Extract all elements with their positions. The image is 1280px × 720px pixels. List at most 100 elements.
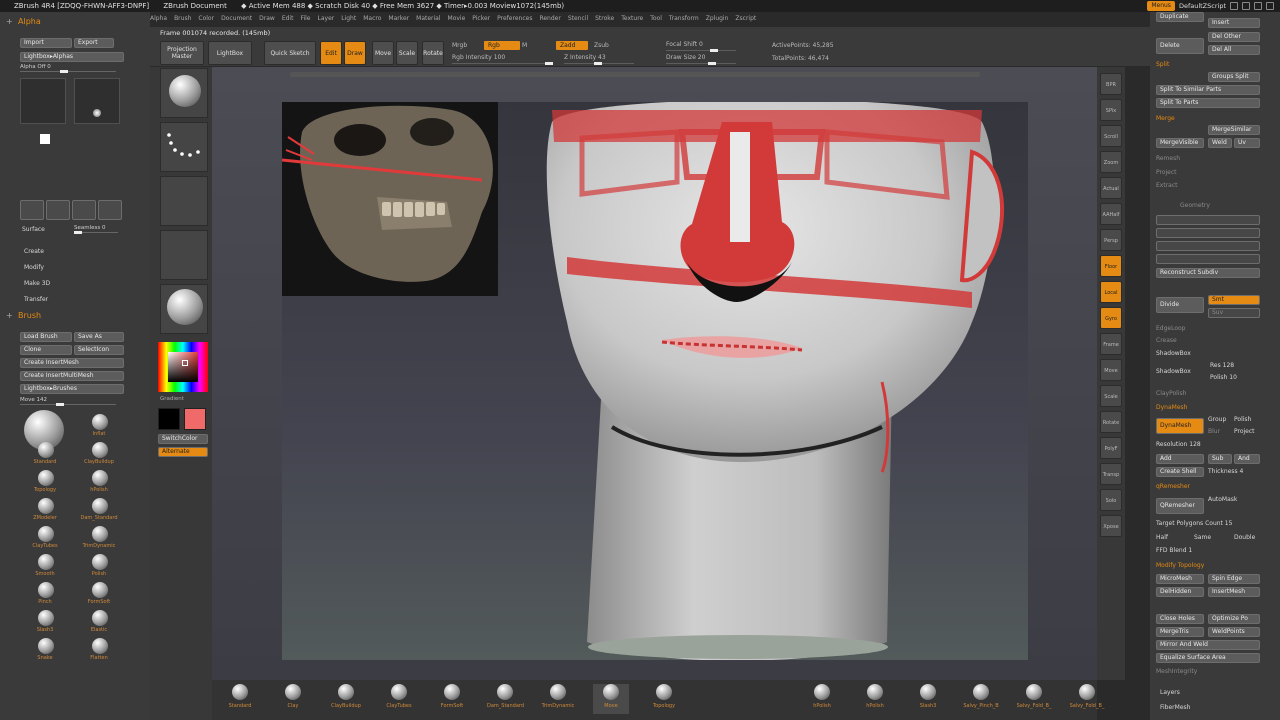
claypolish-subpalette[interactable]: ClayPolish xyxy=(1156,390,1186,397)
secondary-color-swatch[interactable] xyxy=(184,408,206,430)
merge-similar-button[interactable]: MergeSimilar xyxy=(1208,125,1260,135)
alpha-thumbnail-2[interactable] xyxy=(74,78,120,124)
project-subpalette[interactable]: Project xyxy=(1156,169,1177,176)
shadowbox-button[interactable]: ShadowBox xyxy=(1156,368,1191,375)
move-button[interactable]: Move xyxy=(372,41,394,65)
micromesh-button[interactable]: MicroMesh xyxy=(1156,574,1204,584)
insert-button[interactable]: Insert xyxy=(1208,18,1260,28)
alpha-slot[interactable] xyxy=(160,176,208,226)
divide-button[interactable]: Divide xyxy=(1156,297,1204,313)
rgb-intensity-slider[interactable]: Rgb Intensity 100 xyxy=(452,54,505,61)
shelf-floor-button[interactable]: Floor xyxy=(1100,255,1122,277)
make3d-subpalette[interactable]: Make 3D xyxy=(24,280,50,287)
import-button[interactable]: Import xyxy=(20,38,72,48)
alpha-thumbnail[interactable] xyxy=(20,78,66,124)
document-canvas[interactable] xyxy=(282,102,1028,660)
menu-zplugin[interactable]: Zplugin xyxy=(706,15,729,27)
shelf-transp-button[interactable]: Transp xyxy=(1100,463,1122,485)
bottom-brush-2[interactable]: ClayBuildup xyxy=(328,684,364,714)
project-toggle[interactable]: Project xyxy=(1234,428,1255,435)
equalize-surface-button[interactable]: Equalize Surface Area xyxy=(1156,653,1260,663)
split-subpalette[interactable]: Split xyxy=(1156,61,1169,68)
spin-edge-button[interactable]: Spin Edge xyxy=(1208,574,1260,584)
create-insertmultimesh-button[interactable]: Create InsertMultiMesh xyxy=(20,371,124,381)
bottom-brush-6[interactable]: TrimDynamic xyxy=(540,684,576,714)
bottom-brush-12[interactable]: Salvy_Pinch_B xyxy=(963,684,999,714)
bottom-brush-10[interactable]: hPolish xyxy=(857,684,893,714)
mrgb-toggle[interactable]: Mrgb xyxy=(452,42,467,49)
menu-draw[interactable]: Draw xyxy=(259,15,275,27)
draw-button[interactable]: Draw xyxy=(344,41,366,65)
draw-size-slider[interactable]: Draw Size 20 xyxy=(666,54,705,61)
double-button[interactable]: Double xyxy=(1234,534,1255,541)
edit-button[interactable]: Edit xyxy=(320,41,342,65)
menu-alpha[interactable]: Alpha xyxy=(150,15,167,27)
z-intensity-knob[interactable] xyxy=(594,62,602,65)
shelf-scale-button[interactable]: Scale xyxy=(1100,385,1122,407)
half-button[interactable]: Half xyxy=(1156,534,1168,541)
bottom-brush-5[interactable]: Dam_Standard xyxy=(487,684,524,714)
edgeloop-subpalette[interactable]: EdgeLoop xyxy=(1156,325,1186,332)
shelf-zoom-button[interactable]: Zoom xyxy=(1100,151,1122,173)
menu-document[interactable]: Document xyxy=(221,15,252,27)
seamless-slider[interactable]: Seamless 0 xyxy=(74,225,118,234)
shelf-spix-button[interactable]: SPix xyxy=(1100,99,1122,121)
smt-toggle[interactable]: Smt xyxy=(1208,295,1260,305)
bottom-brush-11[interactable]: Slash3 xyxy=(910,684,946,714)
color-picker[interactable] xyxy=(158,342,208,392)
res-slider[interactable]: Res 128 xyxy=(1210,362,1234,369)
weldpoints-button[interactable]: WeldPoints xyxy=(1208,627,1260,637)
optimize-button[interactable]: Optimize Po xyxy=(1208,614,1260,624)
group-toggle[interactable]: Group xyxy=(1208,416,1226,423)
reconstruct-subdiv-button[interactable]: Reconstruct Subdiv xyxy=(1156,268,1260,278)
shadowbox-subpalette[interactable]: ShadowBox xyxy=(1156,350,1191,357)
adapt-slider[interactable]: FFD Blend 1 xyxy=(1156,547,1192,554)
delete-button[interactable]: Delete xyxy=(1156,38,1204,54)
create-subpalette[interactable]: Create xyxy=(24,248,44,255)
bottom-brush-4[interactable]: FormSoft xyxy=(434,684,470,714)
alpha-tool-3-icon[interactable] xyxy=(72,200,96,220)
draw-size-knob[interactable] xyxy=(708,62,716,65)
menu-picker[interactable]: Picker xyxy=(472,15,490,27)
del-all-button[interactable]: Del All xyxy=(1208,45,1260,55)
split-to-parts-button[interactable]: Split To Parts xyxy=(1156,98,1260,108)
canvas-scrollbar[interactable] xyxy=(290,72,980,77)
menu-preferences[interactable]: Preferences xyxy=(497,15,532,27)
brush-zmodeler[interactable]: ZModeler xyxy=(20,496,70,522)
menu-tool[interactable]: Tool xyxy=(650,15,662,27)
export-button[interactable]: Export xyxy=(74,38,114,48)
alpha-tool-4-icon[interactable] xyxy=(98,200,122,220)
merge-subpalette[interactable]: Merge xyxy=(1156,115,1175,122)
transfer-subpalette[interactable]: Transfer xyxy=(24,296,48,303)
texture-slot[interactable] xyxy=(160,230,208,280)
menu-layer[interactable]: Layer xyxy=(318,15,335,27)
lightbox-brushes-button[interactable]: Lightbox▸Brushes xyxy=(20,384,124,394)
brush-claybuildup[interactable]: ClayBuildup xyxy=(74,440,124,466)
bottom-brush-14[interactable]: Salvy_Fold_B_ xyxy=(1069,684,1105,714)
fibermesh-subpalette[interactable]: FiberMesh xyxy=(1160,704,1190,711)
dynamesh-subpalette[interactable]: DynaMesh xyxy=(1156,404,1187,411)
head-model[interactable] xyxy=(282,102,1028,660)
meshintegrity-subpalette[interactable]: MeshIntegrity xyxy=(1156,668,1197,675)
same-button[interactable]: Same xyxy=(1194,534,1211,541)
close-icon[interactable] xyxy=(1266,2,1274,10)
bottom-brush-9[interactable]: hPolish xyxy=(804,684,840,714)
bottom-brush-0[interactable]: Standard xyxy=(222,684,258,714)
shelf-aahalf-button[interactable]: AAHalf xyxy=(1100,203,1122,225)
sub-button[interactable]: Sub xyxy=(1208,454,1232,464)
del-other-button[interactable]: Del Other xyxy=(1208,32,1260,42)
load-brush-button[interactable]: Load Brush xyxy=(20,332,72,342)
brush-claytubes[interactable]: ClayTubes xyxy=(20,524,70,550)
rgb-toggle[interactable]: Rgb xyxy=(484,41,520,50)
modify-subpalette[interactable]: Modify xyxy=(24,264,44,271)
alternate-button[interactable]: Alternate xyxy=(158,447,208,457)
alpha-palette-header[interactable]: + Alpha xyxy=(4,16,132,28)
maximize-icon[interactable] xyxy=(1254,2,1262,10)
menu-color[interactable]: Color xyxy=(198,15,214,27)
brush-formsoft[interactable]: FormSoft xyxy=(74,580,124,606)
groups-split-button[interactable]: Groups Split xyxy=(1208,72,1260,82)
focal-shift-knob[interactable] xyxy=(710,49,718,52)
select-icon-button[interactable]: SelectIcon xyxy=(74,345,124,355)
shelf-solo-button[interactable]: Solo xyxy=(1100,489,1122,511)
menus-toggle[interactable]: Menus xyxy=(1147,1,1175,11)
